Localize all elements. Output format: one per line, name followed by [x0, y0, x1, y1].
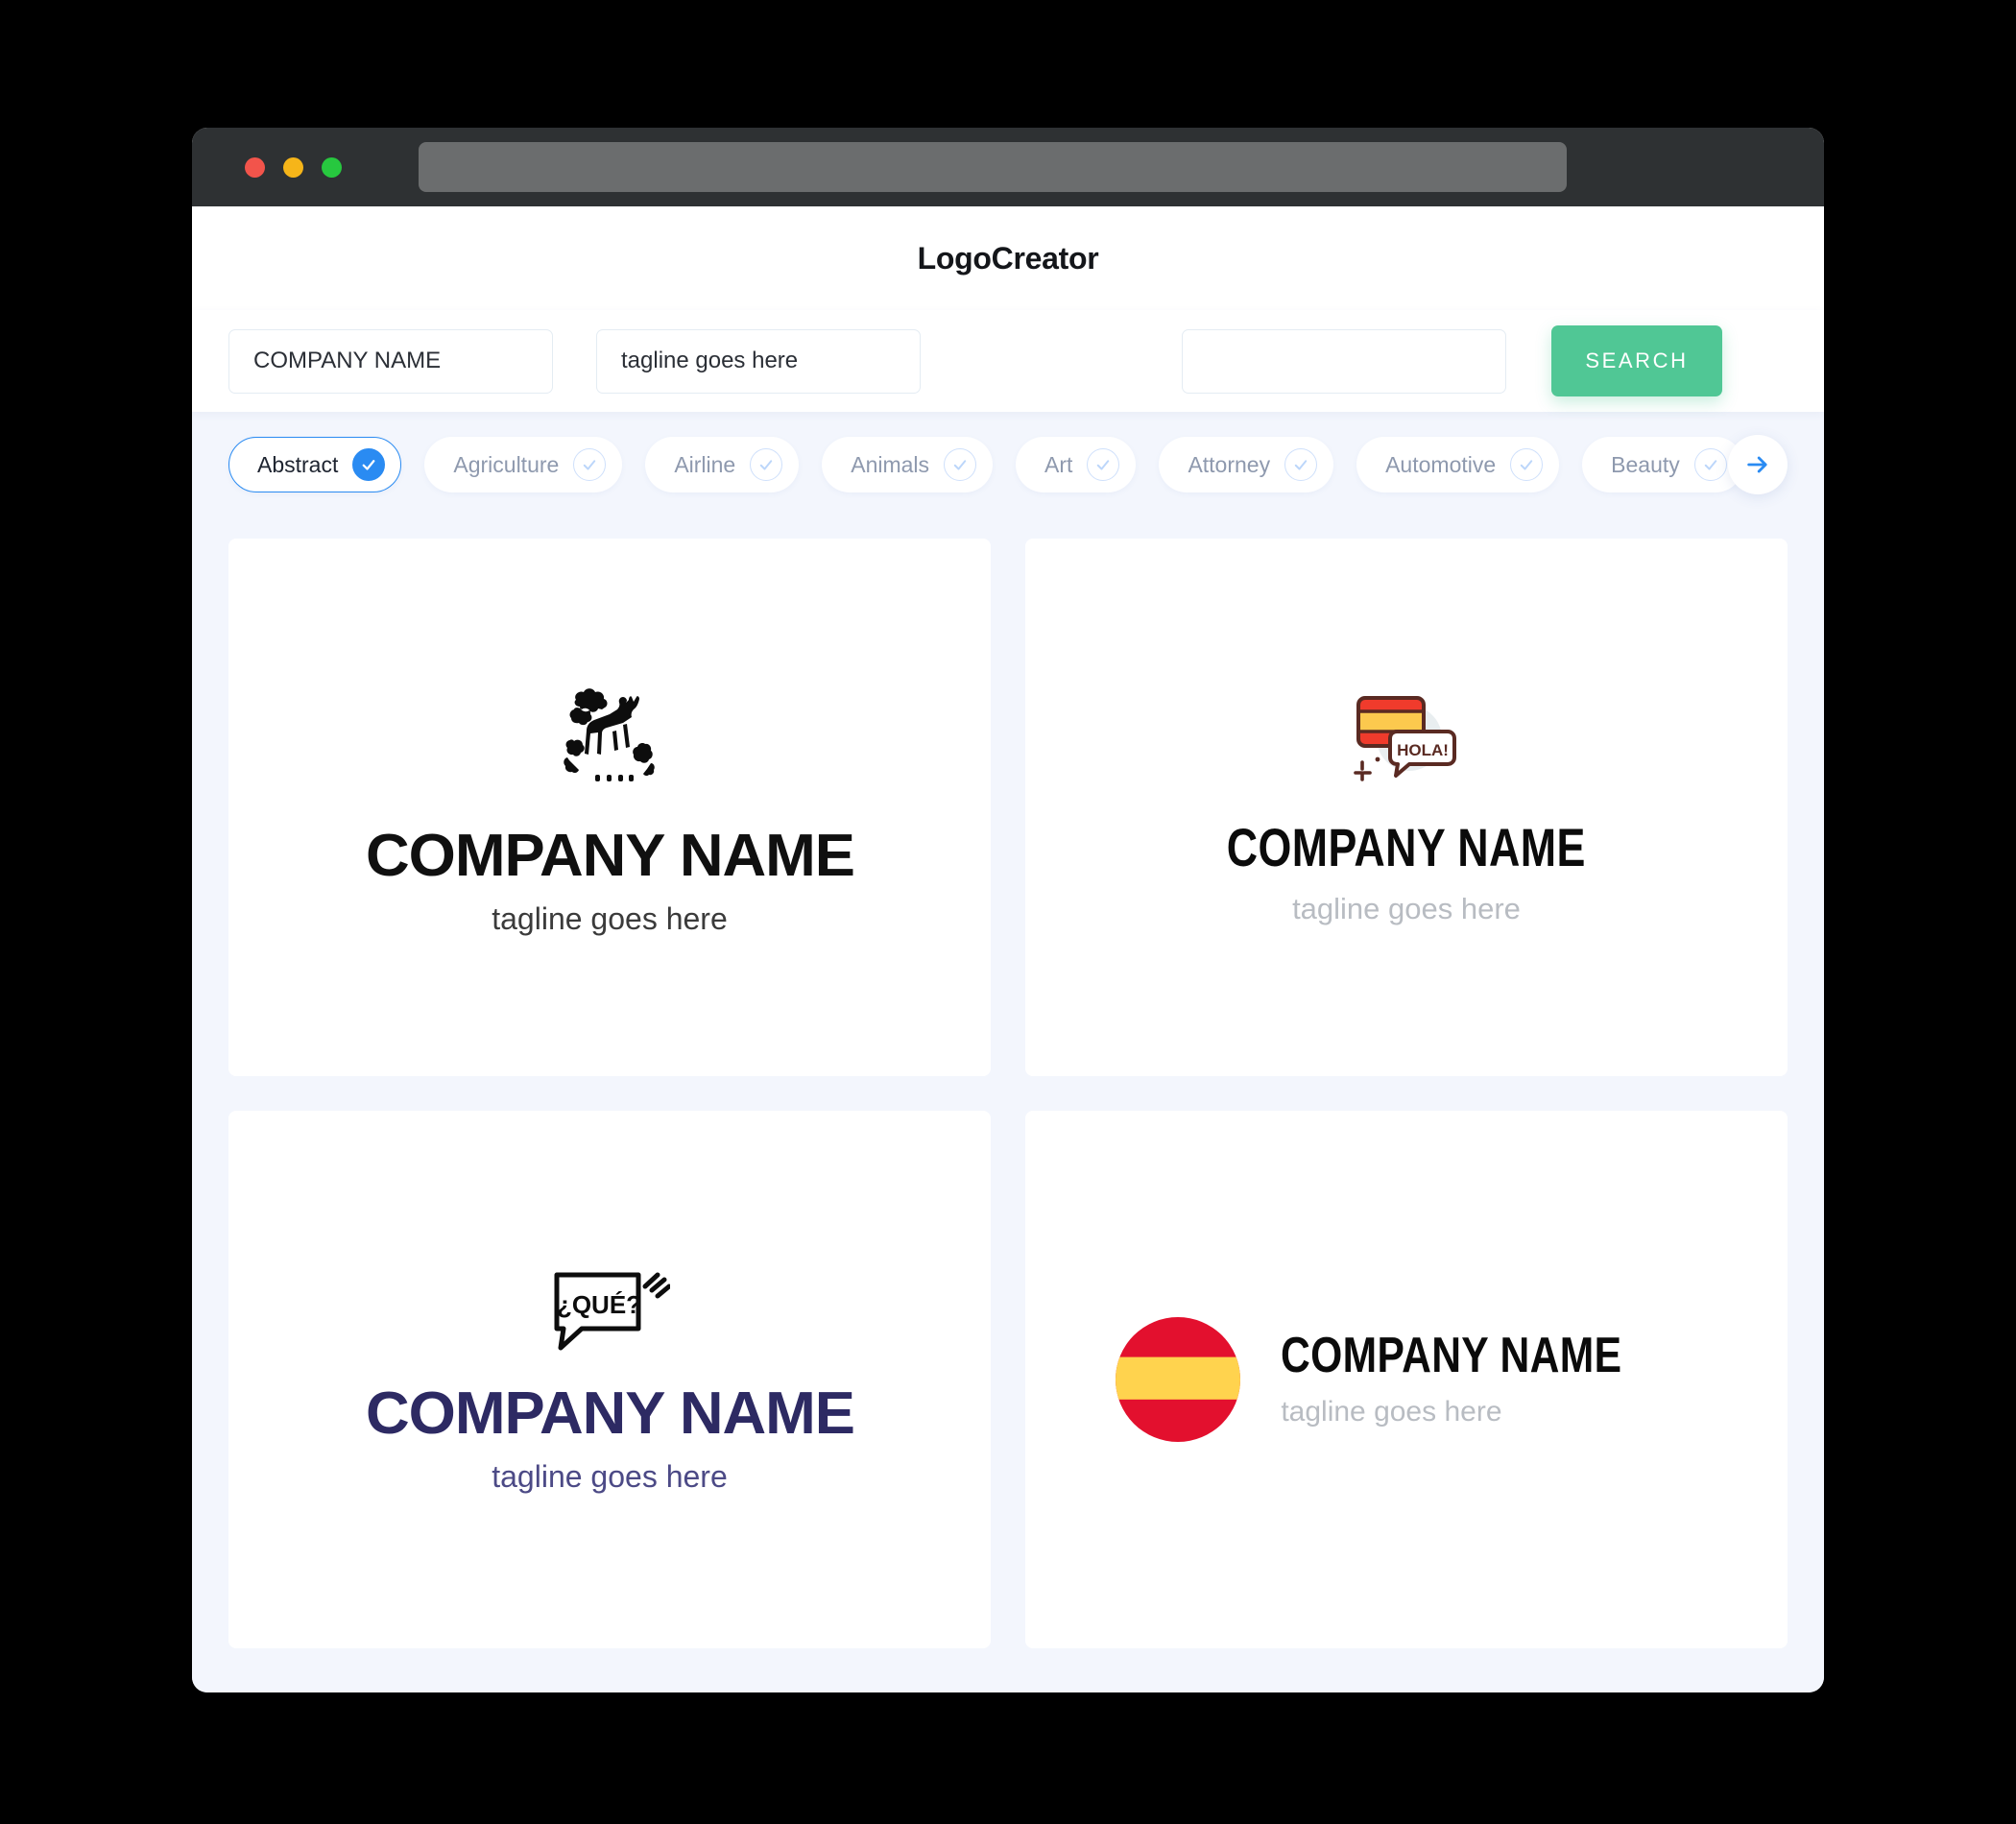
category-chip-label: Agriculture: [453, 451, 560, 477]
bubble-text: ¿QUÉ?: [557, 1290, 641, 1319]
check-circle-icon: [1087, 448, 1120, 481]
logo-tagline: tagline goes here: [492, 1458, 728, 1494]
category-filter-bar: Abstract Agriculture Airline Animals Art Atto…: [192, 412, 1824, 517]
address-bar[interactable]: [419, 142, 1567, 192]
logo-card[interactable]: COMPANY NAME tagline goes here: [1025, 1111, 1788, 1648]
category-chip-label: Art: [1044, 451, 1073, 477]
browser-titlebar: [192, 128, 1824, 206]
spanish-flag-circle-icon: [1116, 1317, 1241, 1442]
search-button[interactable]: SEARCH: [1551, 325, 1722, 396]
check-circle-icon: [1284, 448, 1318, 481]
company-name-input[interactable]: [228, 328, 553, 394]
screenshot-root: LogoCreator SEARCH Abstract Agriculture Ai…: [0, 0, 2016, 1824]
logo-preview: HOLA! COMPANY NAME tagline goes here: [1182, 688, 1631, 926]
logo-preview: COMPANY NAME tagline goes here: [366, 679, 854, 937]
maximize-button[interactable]: [322, 156, 342, 178]
category-chip-animals[interactable]: Animals: [822, 437, 994, 492]
check-circle-icon: [1693, 448, 1727, 481]
window-controls: [245, 156, 342, 178]
logo-company-name: COMPANY NAME: [365, 1380, 855, 1447]
category-chip-label: Attorney: [1188, 451, 1271, 477]
logo-card[interactable]: ¿QUÉ? COMPANY NAME tagline goes here: [228, 1111, 991, 1648]
logo-company-name: COMPANY NAME: [365, 822, 855, 889]
category-chip-automotive[interactable]: Automotive: [1356, 437, 1560, 492]
browser-window: LogoCreator SEARCH Abstract Agriculture Ai…: [192, 128, 1824, 1692]
tagline-input[interactable]: [596, 328, 921, 394]
category-chip-label: Beauty: [1611, 451, 1680, 477]
category-chip-abstract[interactable]: Abstract: [228, 437, 402, 492]
deer-foliage-icon: [564, 687, 655, 781]
minimize-button[interactable]: [283, 156, 303, 178]
arrow-right-icon: [1747, 456, 1767, 473]
check-circle-icon: [352, 448, 386, 481]
search-toolbar: SEARCH: [192, 310, 1824, 412]
logo-text-block: COMPANY NAME tagline goes here: [1281, 1331, 1696, 1428]
check-circle-icon: [1510, 448, 1544, 481]
logo-results-grid: COMPANY NAME tagline goes here HOLA! COM…: [192, 517, 1824, 1692]
category-chip-attorney[interactable]: Attorney: [1159, 437, 1334, 492]
category-chip-label: Abstract: [257, 451, 339, 477]
category-chip-airline[interactable]: Airline: [645, 437, 800, 492]
category-chip-list: Abstract Agriculture Airline Animals Art Atto…: [228, 437, 1766, 492]
logo-preview: COMPANY NAME tagline goes here: [1116, 1317, 1696, 1442]
check-circle-icon: [944, 448, 977, 481]
check-circle-icon: [750, 448, 783, 481]
category-chip-agriculture[interactable]: Agriculture: [424, 437, 623, 492]
logo-tagline: tagline goes here: [492, 900, 728, 936]
logo-card[interactable]: HOLA! COMPANY NAME tagline goes here: [1025, 539, 1788, 1076]
logo-preview: ¿QUÉ? COMPANY NAME tagline goes here: [366, 1265, 854, 1495]
category-chip-beauty[interactable]: Beauty: [1582, 437, 1743, 492]
logo-company-name: COMPANY NAME: [1281, 1328, 1622, 1383]
check-circle-icon: [573, 448, 607, 481]
logo-tagline: tagline goes here: [1281, 1396, 1502, 1428]
category-chip-label: Automotive: [1385, 451, 1497, 477]
bubble-text: HOLA!: [1397, 741, 1449, 759]
que-speech-bubble-icon: ¿QUÉ?: [554, 1272, 670, 1350]
logo-card[interactable]: COMPANY NAME tagline goes here: [228, 539, 991, 1076]
logo-company-name: COMPANY NAME: [1226, 817, 1586, 877]
category-chip-label: Animals: [851, 451, 930, 477]
page-title: LogoCreator: [917, 240, 1099, 276]
close-button[interactable]: [245, 156, 265, 178]
app-header: LogoCreator: [192, 206, 1824, 310]
keyword-input[interactable]: [1182, 328, 1506, 394]
logo-tagline: tagline goes here: [1292, 892, 1521, 925]
next-categories-button[interactable]: [1728, 435, 1788, 494]
spanish-flag-hola-speech-bubble-icon: HOLA!: [1354, 696, 1456, 781]
category-chip-art[interactable]: Art: [1016, 437, 1137, 492]
category-chip-label: Airline: [674, 451, 736, 477]
